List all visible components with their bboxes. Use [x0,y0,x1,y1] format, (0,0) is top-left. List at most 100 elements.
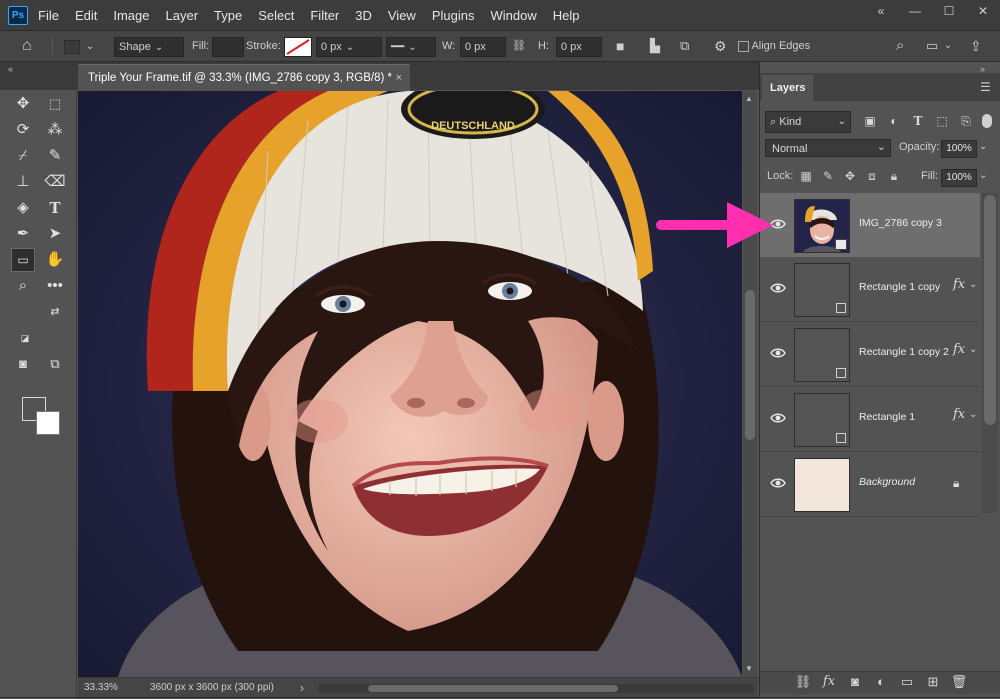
tool-mode-select[interactable]: Shape [114,37,184,57]
eye-icon[interactable] [770,281,786,295]
path-arrangement-icon[interactable]: ⧉ [680,37,689,55]
chevron-down-icon[interactable]: ⌄ [969,344,977,355]
swap-colors-icon[interactable]: ⇄ [44,301,66,323]
path-alignment-icon[interactable]: ▙ [650,37,660,55]
layer-name[interactable]: Rectangle 1 copy [859,281,940,293]
stroke-type-select[interactable]: ━━ [386,37,436,57]
link-layers-icon[interactable]: ⛓ [790,674,816,690]
align-edges-checkbox[interactable]: Align Edges [738,37,810,55]
new-group-icon[interactable]: ▭ [894,674,920,690]
adjustment-layer-icon[interactable]: ◐ [868,674,894,690]
home-icon[interactable]: ⌂ [22,37,32,55]
hand-tool-icon[interactable]: ✋ [44,249,66,271]
close-tab-icon[interactable]: × [396,65,402,91]
filter-smart-object-icon[interactable]: ⎘ [954,111,978,131]
layer-name[interactable]: Rectangle 1 copy 2 [859,346,949,358]
path-selection-tool-icon[interactable]: ➤ [44,223,66,245]
eye-icon[interactable] [770,411,786,425]
magic-wand-tool-icon[interactable]: ⁂ [44,119,66,141]
trash-icon[interactable]: 🗑︎ [946,674,972,690]
filter-type-icon[interactable]: T [906,111,930,131]
lock-all-icon[interactable]: 🔒︎ [883,169,905,184]
layer-effects-icon[interactable]: fx [953,407,965,422]
stamp-tool-icon[interactable]: ⊥ [12,171,34,193]
menu-filter[interactable]: Filter [302,8,347,23]
layer-name[interactable]: Rectangle 1 [859,411,915,423]
layer-name[interactable]: Background [859,476,915,488]
menu-edit[interactable]: Edit [67,8,105,23]
marquee-tool-icon[interactable]: ⬚ [44,93,66,115]
menu-image[interactable]: Image [105,8,157,23]
fill-swatch[interactable] [212,37,244,57]
filter-adjustment-icon[interactable]: ◐ [882,111,906,131]
fill-field[interactable]: 100% [941,169,977,187]
move-tool-icon[interactable]: ✥ [12,93,34,115]
paint-bucket-tool-icon[interactable]: ◈ [12,197,34,219]
shape-preset-icon[interactable] [64,40,80,54]
add-mask-icon[interactable]: ◙ [842,674,868,690]
minimize-button[interactable]: — [898,0,932,22]
collapse-toolbar-icon[interactable]: « [8,64,13,74]
opacity-field[interactable]: 100% [941,140,977,158]
lock-artboard-icon[interactable]: ⧈ [861,169,883,184]
menu-plugins[interactable]: Plugins [424,8,483,23]
blend-mode-select[interactable]: Normal [765,138,891,157]
width-field[interactable]: 0 px [460,37,506,57]
menu-view[interactable]: View [380,8,424,23]
more-tools-icon[interactable]: ••• [44,275,66,297]
panel-menu-icon[interactable]: ☰ [980,80,991,94]
menu-file[interactable]: File [30,8,67,23]
document-canvas[interactable]: DEUTSCHLAND [78,91,742,677]
default-colors-icon[interactable]: ◪ [14,327,36,349]
collapse-icon[interactable]: « [864,0,898,22]
zoom-tool-icon[interactable]: ⌕ [12,275,34,297]
filter-pixel-icon[interactable]: ▣ [858,111,882,131]
chevron-down-icon[interactable]: ⌄ [969,279,977,290]
quick-mask-icon[interactable]: ◙ [12,353,34,375]
background-color-swatch[interactable] [36,411,60,435]
layer-effects-icon[interactable]: fx [953,277,965,292]
rectangle-tool-icon[interactable]: ▭ [11,248,35,272]
height-field[interactable]: 0 px [556,37,602,57]
chevron-down-icon[interactable]: ⌄ [969,409,977,420]
stroke-width-field[interactable]: 0 px [316,37,382,57]
menu-layer[interactable]: Layer [158,8,207,23]
pen-tool-icon[interactable]: ✒ [12,223,34,245]
layer-effects-icon[interactable]: fx [953,342,965,357]
share-icon[interactable]: ⇪ [970,37,982,55]
menu-3d[interactable]: 3D [347,8,380,23]
eye-icon[interactable] [770,346,786,360]
preset-dropdown-icon[interactable] [82,37,94,55]
layer-row[interactable]: Background 🔒︎ [760,452,980,517]
opacity-chevron-icon[interactable]: ⌄ [979,141,987,152]
eye-icon[interactable] [770,476,786,490]
screen-mode-icon[interactable]: ⧉ [44,353,66,375]
add-layer-style-icon[interactable]: fx [816,674,842,690]
filter-shape-icon[interactable]: ⬚ [930,111,954,131]
lasso-tool-icon[interactable]: ⟳ [12,119,34,141]
maximize-button[interactable]: ☐ [932,0,966,22]
brush-tool-icon[interactable]: ✎ [44,145,66,167]
chevron-down-icon[interactable]: ⌄ [944,37,952,55]
eraser-tool-icon[interactable]: ⌫ [44,171,66,193]
menu-window[interactable]: Window [482,8,544,23]
canvas-horizontal-thumb[interactable] [368,685,618,692]
layer-row[interactable]: Rectangle 1 copy 2 fx ⌄ [760,322,980,387]
layer-row[interactable]: Rectangle 1 fx ⌄ [760,387,980,452]
layer-name[interactable]: IMG_2786 copy 3 [859,217,942,229]
type-tool-icon[interactable]: T [44,197,66,219]
zoom-level[interactable]: 33.33% [84,678,118,698]
menu-help[interactable]: Help [545,8,588,23]
lock-image-icon[interactable]: ✎ [817,169,839,184]
scroll-up-icon[interactable]: ▲ [745,94,753,103]
status-menu-arrow[interactable]: › [300,678,304,698]
link-icon[interactable]: ⛓ [512,37,526,55]
menu-type[interactable]: Type [206,8,250,23]
layer-row[interactable]: IMG_2786 copy 3 [760,193,980,258]
close-button[interactable]: ✕ [966,0,1000,22]
eyedropper-tool-icon[interactable]: ⌿ [12,145,34,167]
canvas-scroll-thumb[interactable] [745,290,755,440]
workspace-icon[interactable]: ▭ [926,37,938,55]
filter-kind-select[interactable]: ⌕ Kind ⌄ [765,111,851,133]
lock-transparency-icon[interactable]: ▦ [795,169,817,184]
